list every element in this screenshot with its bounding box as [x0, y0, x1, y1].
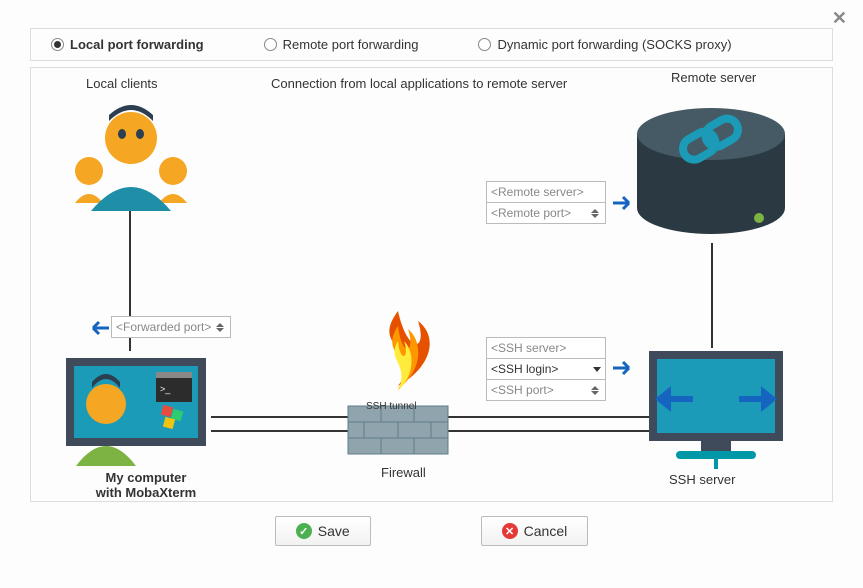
tab-local-port-forwarding[interactable]: Local port forwarding [51, 37, 204, 52]
arrow-left-icon [89, 320, 109, 336]
cancel-button[interactable]: ✕ Cancel [481, 516, 589, 546]
arrow-right-icon [613, 195, 633, 211]
firewall-label: Firewall [381, 465, 426, 480]
tab-label: Local port forwarding [70, 37, 204, 52]
connection-description: Connection from local applications to re… [271, 76, 567, 91]
radio-unchecked-icon [478, 38, 491, 51]
close-icon[interactable]: ✕ [832, 8, 847, 29]
ssh-server-field[interactable]: <SSH server> [486, 337, 606, 359]
placeholder: <Remote server> [491, 185, 584, 199]
spinner-icon [591, 209, 601, 218]
ssh-tunnel-label: SSH tunnel [366, 401, 417, 412]
tab-label: Remote port forwarding [283, 37, 419, 52]
radio-checked-icon [51, 38, 64, 51]
arrow-right-icon [613, 360, 633, 376]
radio-unchecked-icon [264, 38, 277, 51]
ssh-server-icon [641, 343, 791, 476]
svg-text:>_: >_ [160, 384, 171, 394]
forwarded-port-field[interactable]: <Forwarded port> [111, 316, 231, 338]
save-button[interactable]: ✓ Save [275, 516, 371, 546]
button-label: Cancel [524, 523, 568, 539]
spinner-icon [216, 323, 226, 332]
ssh-server-label: SSH server [669, 472, 735, 487]
tab-dynamic-port-forwarding[interactable]: Dynamic port forwarding (SOCKS proxy) [478, 37, 731, 52]
cross-icon: ✕ [502, 523, 518, 539]
firewall-icon [338, 311, 458, 464]
dialog-buttons: ✓ Save ✕ Cancel [30, 516, 833, 546]
chevron-down-icon [593, 367, 601, 372]
check-icon: ✓ [296, 523, 312, 539]
tab-remote-port-forwarding[interactable]: Remote port forwarding [264, 37, 419, 52]
tab-label: Dynamic port forwarding (SOCKS proxy) [497, 37, 731, 52]
placeholder: <SSH login> [491, 362, 558, 376]
button-label: Save [318, 523, 350, 539]
my-computer-icon: >_ [56, 348, 216, 471]
spinner-icon [591, 386, 601, 395]
remote-server-field[interactable]: <Remote server> [486, 181, 606, 203]
tunnel-diagram: Local clients Connection from local appl… [30, 67, 833, 502]
local-clients-icon [61, 93, 201, 216]
ssh-port-field[interactable]: <SSH port> [486, 379, 606, 401]
remote-server-icon [631, 88, 791, 251]
placeholder: <SSH server> [491, 341, 566, 355]
placeholder: <SSH port> [491, 383, 554, 397]
ssh-login-combo[interactable]: <SSH login> [486, 358, 606, 380]
placeholder: <Remote port> [491, 206, 571, 220]
my-computer-label: My computer with MobaXterm [86, 470, 206, 500]
local-clients-label: Local clients [86, 76, 158, 91]
remote-server-label: Remote server [671, 70, 756, 85]
line [711, 243, 713, 348]
forwarding-mode-tabs: Local port forwarding Remote port forwar… [30, 28, 833, 61]
remote-port-field[interactable]: <Remote port> [486, 202, 606, 224]
placeholder: <Forwarded port> [116, 320, 211, 334]
